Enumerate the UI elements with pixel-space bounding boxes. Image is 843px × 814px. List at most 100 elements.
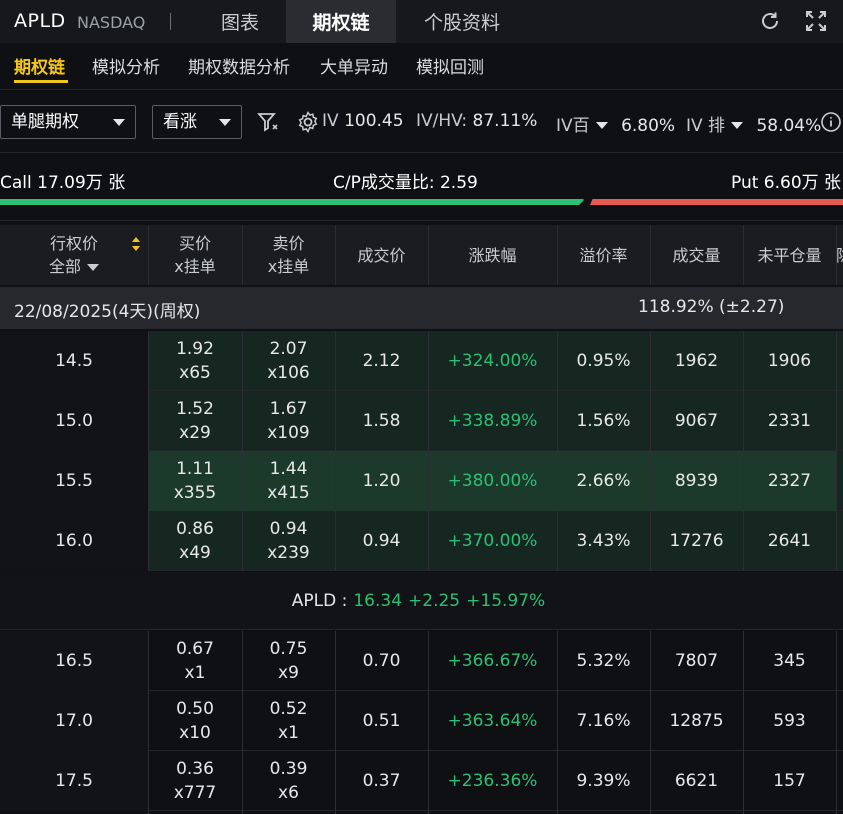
subtab-option-chain[interactable]: 期权链 xyxy=(14,53,65,78)
refresh-icon[interactable] xyxy=(757,8,783,34)
divider xyxy=(335,225,336,285)
subtab-backtest[interactable]: 模拟回测 xyxy=(416,53,484,78)
iv-stat: IV 100.45 xyxy=(322,111,404,131)
ask-size: x109 xyxy=(267,423,310,443)
ask-cell[interactable]: 0.39 x6 xyxy=(242,751,335,811)
ask-cell[interactable]: 1.44 x415 xyxy=(242,451,335,511)
col-change[interactable]: 涨跌幅 xyxy=(428,225,557,285)
active-subtab-indicator xyxy=(14,80,68,83)
table-row[interactable]: 15.5 1.11 x355 1.44 x415 1.20 +380.00% 2.6… xyxy=(0,451,843,511)
iv-rank-stat[interactable]: IV百 6.80% xyxy=(556,111,675,136)
direction-select-value: 看涨 xyxy=(163,112,197,132)
table-row[interactable]: 16.5 0.67 x1 0.75 x9 0.70 +366.67% 5.32% 7… xyxy=(0,631,843,691)
bid-price: 0.36 xyxy=(176,759,214,779)
ask-price: 0.94 xyxy=(269,519,308,539)
strategy-select-value: 单腿期权 xyxy=(11,112,79,132)
expiry-group-header[interactable]: 22/08/2025(4天)(周权) 118.92% (±2.27) xyxy=(0,287,843,329)
volume-cell: 7807 xyxy=(674,651,719,671)
change-cell: +236.36% xyxy=(447,771,538,791)
ask-cell[interactable]: 0.75 x9 xyxy=(242,631,335,691)
ask-price: 2.07 xyxy=(269,339,308,359)
divider xyxy=(335,331,336,571)
iv-percentile-stat[interactable]: IV 排 58.04% xyxy=(686,111,821,136)
ask-price: 1.67 xyxy=(269,399,308,419)
tab-chart[interactable]: 图表 xyxy=(194,0,286,43)
expiry-date: 22/08/2025(4天)(周权) xyxy=(14,302,201,322)
tab-option-chain[interactable]: 期权链 xyxy=(286,0,396,43)
col-strike[interactable]: 行权价 全部 xyxy=(0,225,148,285)
filter-icon[interactable] xyxy=(256,110,280,134)
info-icon[interactable] xyxy=(820,111,842,133)
divider xyxy=(148,331,149,571)
fullscreen-icon[interactable] xyxy=(803,8,829,34)
col-extra[interactable]: 隐 xyxy=(836,225,843,285)
col-ask[interactable]: 卖价 x挂单 xyxy=(242,225,335,285)
last-cell: 0.37 xyxy=(362,771,401,791)
put-volume-bar xyxy=(590,199,843,205)
divider xyxy=(428,631,429,814)
ask-cell[interactable]: 0.52 x1 xyxy=(242,691,335,751)
divider xyxy=(650,225,651,285)
strike-filter[interactable]: 全部 xyxy=(49,255,99,278)
last-cell: 0.94 xyxy=(362,531,401,551)
gear-icon[interactable] xyxy=(296,110,320,134)
col-change-label: 涨跌幅 xyxy=(468,245,517,265)
bid-cell[interactable]: 0.86 x49 xyxy=(148,511,242,571)
table-row[interactable]: 14.5 1.92 x65 2.07 x106 2.12 +324.00% 0.95… xyxy=(0,331,843,391)
table-row[interactable]: 15.0 1.52 x29 1.67 x109 1.58 +338.89% 1.56… xyxy=(0,391,843,451)
col-last[interactable]: 成交价 xyxy=(335,225,428,285)
iv-label: IV xyxy=(322,111,339,131)
bid-cell[interactable]: 1.52 x29 xyxy=(148,391,242,451)
underlying-change-pct: +15.97% xyxy=(466,590,546,611)
col-bid[interactable]: 买价 x挂单 xyxy=(148,225,242,285)
volume-cell: 12875 xyxy=(669,711,724,731)
ask-cell[interactable]: 2.07 x106 xyxy=(242,331,335,391)
bid-cell[interactable]: 0.50 x10 xyxy=(148,691,242,751)
ask-price: 0.52 xyxy=(269,699,308,719)
last-cell: 1.20 xyxy=(335,451,428,511)
volume-cell: 9067 xyxy=(674,411,719,431)
volume-cell: 1962 xyxy=(674,351,719,371)
volume-cell: 6621 xyxy=(674,771,719,791)
chevron-down-icon xyxy=(219,119,231,126)
strike-cell: 17.0 xyxy=(0,691,148,751)
ask-size: x106 xyxy=(267,363,310,383)
bid-cell[interactable]: 0.36 x777 xyxy=(148,751,242,811)
iv-percentile-value: 58.04% xyxy=(756,116,822,136)
open-interest-cell: 345 xyxy=(773,651,806,671)
col-open-interest-label: 未平仓量 xyxy=(757,245,822,265)
direction-select[interactable]: 看涨 xyxy=(152,105,242,139)
bid-cell[interactable]: 1.11 x355 xyxy=(148,451,242,511)
underlying-change: +2.25 xyxy=(408,590,461,611)
strike-cell: 15.5 xyxy=(0,451,148,511)
col-open-interest[interactable]: 未平仓量 xyxy=(743,225,836,285)
premium-cell: 5.32% xyxy=(576,651,631,671)
last-cell: 0.70 xyxy=(362,651,401,671)
ask-cell[interactable]: 0.94 x239 xyxy=(242,511,335,571)
ask-size: x415 xyxy=(267,483,310,503)
table-header: 行权价 全部 买价 x挂单 卖价 x挂单 成交价 涨跌幅 溢价率 成交量 未平仓… xyxy=(0,225,843,285)
tab-company-profile[interactable]: 个股资料 xyxy=(396,0,528,43)
bid-cell[interactable]: 1.92 x65 xyxy=(148,331,242,391)
open-interest-cell: 2641 xyxy=(767,531,812,551)
table-row[interactable]: 16.0 0.86 x49 0.94 x239 0.94 +370.00% 3.43… xyxy=(0,511,843,571)
bid-size: x65 xyxy=(179,363,211,383)
subtab-simulation[interactable]: 模拟分析 xyxy=(92,53,160,78)
strike-cell: 17.5 xyxy=(0,751,148,811)
divider xyxy=(0,89,843,90)
col-last-label: 成交价 xyxy=(357,245,406,265)
col-volume[interactable]: 成交量 xyxy=(650,225,743,285)
divider xyxy=(242,225,243,285)
cp-volume-ratio: C/P成交量比: 2.59 xyxy=(333,173,478,193)
table-row[interactable]: 17.0 0.50 x10 0.52 x1 0.51 +363.64% 7.16% … xyxy=(0,691,843,751)
underlying-price: 16.34 xyxy=(353,590,403,611)
change-cell: +366.67% xyxy=(447,651,538,671)
sort-icon[interactable] xyxy=(131,235,141,253)
table-row[interactable]: 17.5 0.36 x777 0.39 x6 0.37 +236.36% 9.39%… xyxy=(0,751,843,811)
strategy-select[interactable]: 单腿期权 xyxy=(0,105,136,139)
subtab-option-data-analysis[interactable]: 期权数据分析 xyxy=(188,53,290,78)
col-premium[interactable]: 溢价率 xyxy=(557,225,650,285)
subtab-big-orders[interactable]: 大单异动 xyxy=(320,53,388,78)
ask-cell[interactable]: 1.67 x109 xyxy=(242,391,335,451)
bid-cell[interactable]: 0.67 x1 xyxy=(148,631,242,691)
